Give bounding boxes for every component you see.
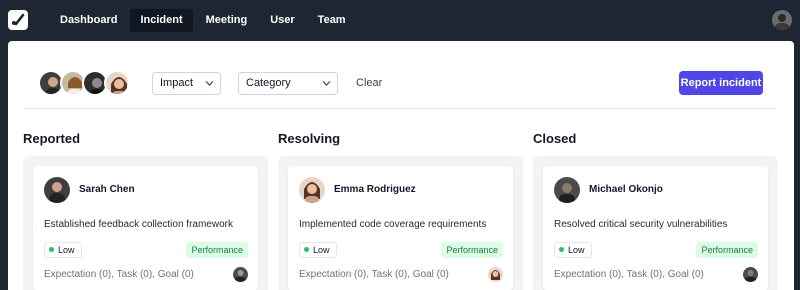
incident-card[interactable]: Michael Okonjo Resolved critical securit… — [543, 166, 768, 290]
category-badge: Performance — [441, 242, 503, 258]
user-avatar[interactable] — [772, 10, 792, 30]
reporter-name: Sarah Chen — [79, 184, 135, 195]
incident-description: Resolved critical security vulnerabiliti… — [554, 219, 728, 230]
column-closed: Michael Okonjo Resolved critical securit… — [533, 156, 778, 290]
nav-dashboard[interactable]: Dashboard — [50, 9, 127, 32]
column-title-reported: Reported — [23, 131, 81, 146]
status-dot-icon — [304, 247, 309, 252]
impact-label: Low — [568, 245, 585, 255]
category-badge: Performance — [696, 242, 758, 258]
checkmark-logo-icon — [12, 13, 25, 26]
app-logo[interactable] — [8, 10, 28, 30]
incident-meta: Expectation (0), Task (0), Goal (0) — [554, 269, 704, 280]
category-filter-select[interactable]: Category — [238, 72, 338, 95]
impact-filter-label: Impact — [160, 77, 194, 89]
clear-filters-button[interactable]: Clear — [356, 72, 382, 95]
column-reported: Sarah Chen Established feedback collecti… — [23, 156, 268, 290]
category-badge: Performance — [186, 242, 248, 258]
impact-badge: Low — [554, 242, 592, 258]
chevron-down-icon — [205, 73, 214, 102]
column-resolving: Emma Rodriguez Implemented code coverage… — [278, 156, 523, 290]
divider — [23, 108, 777, 109]
avatar[interactable] — [104, 70, 130, 96]
incident-description: Implemented code coverage requirements — [299, 219, 487, 230]
nav-meeting[interactable]: Meeting — [196, 9, 258, 32]
incident-board-panel: Impact Category Clear Report incident Re… — [8, 41, 794, 290]
nav-user[interactable]: User — [260, 9, 304, 32]
column-title-resolving: Resolving — [278, 131, 341, 146]
reporter-name: Michael Okonjo — [589, 184, 663, 195]
filter-bar: Impact Category Clear Report incident — [8, 41, 794, 109]
top-navigation-bar: Dashboard Incident Meeting User Team — [0, 0, 800, 41]
report-incident-button[interactable]: Report incident — [679, 71, 763, 95]
impact-label: Low — [313, 245, 330, 255]
incident-card[interactable]: Emma Rodriguez Implemented code coverage… — [288, 166, 513, 290]
impact-badge: Low — [44, 242, 82, 258]
incident-meta: Expectation (0), Task (0), Goal (0) — [44, 269, 194, 280]
impact-label: Low — [58, 245, 75, 255]
avatar — [299, 177, 325, 203]
nav-team[interactable]: Team — [308, 9, 356, 32]
reporter-name: Emma Rodriguez — [334, 184, 416, 195]
chevron-down-icon — [322, 73, 331, 102]
assignee-avatar — [233, 267, 248, 282]
status-dot-icon — [559, 247, 564, 252]
nav-incident[interactable]: Incident — [130, 9, 193, 32]
status-dot-icon — [49, 247, 54, 252]
avatar — [554, 177, 580, 203]
impact-badge: Low — [299, 242, 337, 258]
incident-meta: Expectation (0), Task (0), Goal (0) — [299, 269, 449, 280]
incident-card[interactable]: Sarah Chen Established feedback collecti… — [33, 166, 258, 290]
category-filter-label: Category — [246, 77, 291, 89]
assignee-avatar — [743, 267, 758, 282]
column-title-closed: Closed — [533, 131, 577, 146]
main-nav: Dashboard Incident Meeting User Team — [50, 9, 359, 32]
avatar — [44, 177, 70, 203]
assignee-avatar — [488, 267, 503, 282]
impact-filter-select[interactable]: Impact — [152, 72, 221, 95]
incident-description: Established feedback collection framewor… — [44, 219, 233, 230]
